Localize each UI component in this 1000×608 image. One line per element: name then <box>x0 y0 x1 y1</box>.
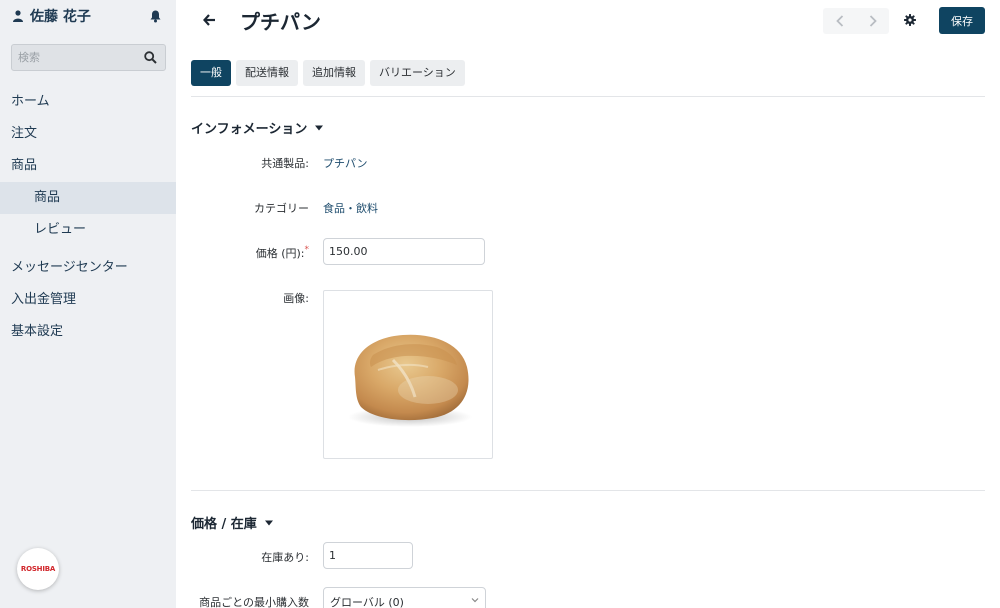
sidebar-item-products[interactable]: 商品 <box>0 150 176 182</box>
min-qty-value: グローバル (0) <box>330 596 404 608</box>
sidebar-item-orders[interactable]: 注文 <box>0 118 176 150</box>
sidebar-subitem-reviews[interactable]: レビュー <box>0 214 176 246</box>
brand-logo[interactable]: ROSHIBA <box>17 548 59 590</box>
brand-logo-text: ROSHIBA <box>20 565 56 573</box>
category-label: カテゴリー <box>254 202 309 215</box>
tab-bar: 一般 配送情報 追加情報 バリエーション <box>191 60 470 86</box>
tab-shipping[interactable]: 配送情報 <box>236 60 298 86</box>
price-label-text: 価格 (円): <box>255 247 305 260</box>
price-input[interactable] <box>324 239 484 264</box>
user-menu[interactable]: 佐藤 花子 <box>12 6 164 26</box>
in-stock-input[interactable] <box>324 543 412 568</box>
image-label: 画像: <box>283 292 309 305</box>
category-link[interactable]: 食品・飲料 <box>323 200 378 216</box>
divider <box>191 490 985 491</box>
pager <box>823 8 889 34</box>
price-label: 価格 (円):* <box>189 245 309 261</box>
in-stock-label: 在庫あり: <box>261 551 309 564</box>
price-field <box>323 238 485 265</box>
sidebar-item-payments[interactable]: 入出金管理 <box>0 284 176 316</box>
back-arrow-icon[interactable] <box>199 10 219 30</box>
tab-general[interactable]: 一般 <box>191 60 231 86</box>
bell-icon[interactable] <box>148 8 162 24</box>
prev-chevron-icon[interactable] <box>823 8 856 34</box>
caret-down-icon <box>264 520 274 526</box>
sidebar-item-home[interactable]: ホーム <box>0 86 176 118</box>
gear-icon[interactable] <box>902 12 918 28</box>
bread-image <box>348 334 472 427</box>
min-qty-label: 商品ごとの最小購入数 <box>199 596 309 608</box>
product-image[interactable] <box>323 290 493 459</box>
sidebar: 佐藤 花子 ホーム 注文 商品 商品 レビュー メッセージセンター 入出金管理 … <box>0 0 176 608</box>
info-section-header[interactable]: インフォメーション <box>191 118 324 137</box>
common-product-label: 共通製品: <box>261 157 309 170</box>
sidebar-item-message-center[interactable]: メッセージセンター <box>0 252 176 284</box>
in-stock-field <box>323 542 413 569</box>
chevron-down-icon <box>471 598 479 603</box>
divider <box>191 96 985 97</box>
info-section-title: インフォメーション <box>191 122 308 137</box>
page-title: プチパン <box>240 10 321 34</box>
min-qty-select[interactable]: グローバル (0) <box>323 587 486 608</box>
tab-additional-info[interactable]: 追加情報 <box>303 60 365 86</box>
user-icon <box>12 9 24 23</box>
next-chevron-icon[interactable] <box>856 8 889 34</box>
stock-section-title: 価格 / 在庫 <box>191 517 257 532</box>
stock-section-header[interactable]: 価格 / 在庫 <box>191 513 274 532</box>
caret-down-icon <box>314 125 324 131</box>
sidebar-item-settings[interactable]: 基本設定 <box>0 316 176 348</box>
sidebar-nav: ホーム 注文 商品 商品 レビュー メッセージセンター 入出金管理 基本設定 <box>0 86 176 348</box>
required-marker: * <box>304 245 310 255</box>
search-box <box>11 44 166 71</box>
user-name[interactable]: 佐藤 花子 <box>30 6 91 26</box>
save-button[interactable]: 保存 <box>939 7 985 34</box>
tab-variations[interactable]: バリエーション <box>370 60 465 86</box>
search-input[interactable] <box>12 45 136 70</box>
search-icon[interactable] <box>143 50 157 64</box>
common-product-link[interactable]: プチパン <box>323 155 368 171</box>
sidebar-subitem-products[interactable]: 商品 <box>0 182 176 214</box>
